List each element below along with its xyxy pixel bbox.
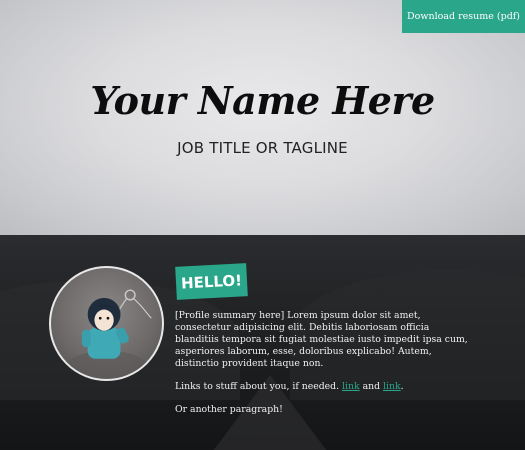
hello-badge: HELLO! bbox=[175, 263, 248, 300]
links-and-text: and bbox=[362, 381, 381, 393]
hero-header: Download resume (pdf) Your Name Here JOB… bbox=[0, 0, 525, 235]
profile-photo-icon bbox=[68, 289, 152, 379]
link-2[interactable]: link bbox=[383, 381, 401, 392]
profile-section: HELLO! [Profile summary here] Lorem ipsu… bbox=[0, 235, 525, 450]
profile-summary: [Profile summary here] Lorem ipsum dolor… bbox=[175, 310, 468, 370]
link-1[interactable]: link bbox=[342, 381, 360, 392]
download-resume-button[interactable]: Download resume (pdf) bbox=[402, 0, 525, 33]
profile-bio: [Profile summary here] Lorem ipsum dolor… bbox=[175, 310, 475, 428]
avatar bbox=[49, 266, 164, 381]
links-paragraph: Links to stuff about you, if needed. lin… bbox=[175, 381, 475, 393]
extra-paragraph: Or another paragraph! bbox=[175, 404, 283, 416]
links-text: Links to stuff about you, if needed. bbox=[175, 381, 340, 393]
job-tagline: JOB TITLE OR TAGLINE bbox=[177, 139, 348, 157]
links-suffix: . bbox=[400, 381, 404, 393]
page-title: Your Name Here bbox=[90, 78, 435, 123]
